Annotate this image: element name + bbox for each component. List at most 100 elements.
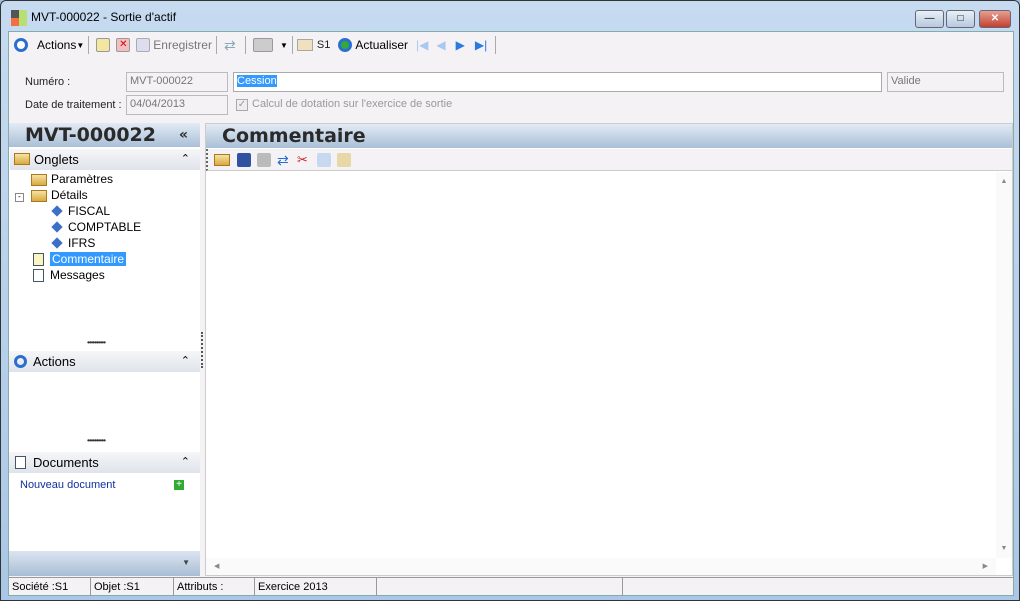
- splitter-handle[interactable]: ••••••••••: [87, 338, 106, 347]
- next-record-icon[interactable]: ▶: [456, 38, 465, 52]
- add-icon[interactable]: +: [174, 480, 184, 490]
- print-icon[interactable]: [257, 152, 271, 167]
- vertical-splitter[interactable]: [201, 332, 203, 368]
- sync-icon[interactable]: ⇄: [224, 38, 238, 52]
- panel-footer: ▼: [9, 551, 200, 576]
- libelle-input[interactable]: Cession: [233, 72, 882, 92]
- maximize-button[interactable]: □: [946, 10, 975, 28]
- chevron-down-icon: ▼: [76, 40, 85, 50]
- actions-menu[interactable]: Actions: [37, 38, 76, 52]
- tree-label: Détails: [51, 188, 88, 202]
- copy-icon[interactable]: [317, 152, 331, 167]
- divider: [88, 36, 90, 54]
- divider: [495, 36, 497, 54]
- documents-label: Documents: [33, 455, 99, 470]
- numero-field[interactable]: MVT-000022: [126, 72, 228, 92]
- record-title-text: MVT-000022: [25, 124, 156, 146]
- window-title: MVT-000022 - Sortie d'actif: [31, 10, 177, 24]
- collapse-panel-button[interactable]: «: [179, 123, 188, 147]
- comment-panel: Commentaire ⇄ ✂ ▲ ▼ ◀ ▶: [205, 123, 1013, 576]
- tree-label: IFRS: [68, 236, 96, 250]
- company-button[interactable]: S1: [317, 39, 330, 51]
- status-exercice: Exercice 2013: [255, 578, 377, 596]
- new-icon[interactable]: [96, 38, 111, 52]
- open-icon[interactable]: [214, 153, 230, 166]
- tree-item-messages[interactable]: Messages: [33, 267, 105, 283]
- save-button[interactable]: Enregistrer: [153, 38, 212, 52]
- window: MVT-000022 - Sortie d'actif — □ ✕ Action…: [0, 0, 1020, 601]
- status-objet: Objet :S1: [91, 578, 174, 596]
- onglets-label: Onglets: [34, 152, 79, 167]
- last-record-icon[interactable]: ▶|: [475, 38, 487, 52]
- cut-icon[interactable]: ✂: [297, 152, 311, 167]
- status-empty: [377, 578, 623, 596]
- tree-label: Messages: [50, 268, 105, 282]
- status-bar: Société :S1 Objet :S1 Attributs : Exerci…: [9, 577, 1013, 596]
- status-empty: [623, 578, 1013, 596]
- print-dropdown-icon[interactable]: ▼: [280, 41, 288, 50]
- tree-item-parametres[interactable]: Paramètres: [31, 171, 113, 187]
- date-label: Date de traitement :: [25, 99, 122, 111]
- tree-item-details[interactable]: - Détails: [15, 187, 88, 203]
- document-icon: [15, 456, 26, 469]
- actions-header[interactable]: Actions ⌃: [9, 351, 200, 372]
- paste-icon[interactable]: [337, 152, 351, 167]
- collapse-section-icon[interactable]: ⌃: [181, 351, 190, 372]
- tree-item-comptable[interactable]: COMPTABLE: [49, 219, 141, 235]
- first-record-icon[interactable]: |◀: [416, 38, 428, 52]
- new-document-link[interactable]: Nouveau document: [20, 479, 115, 491]
- minimize-button[interactable]: —: [915, 10, 944, 28]
- status-attributs: Attributs :: [174, 578, 255, 596]
- status-societe: Société :S1: [9, 578, 91, 596]
- tree-label: Paramètres: [51, 172, 114, 186]
- diamond-icon: [51, 205, 63, 217]
- tree-item-fiscal[interactable]: FISCAL: [49, 203, 110, 219]
- tree-item-commentaire[interactable]: Commentaire: [33, 251, 127, 267]
- dotation-checkbox[interactable]: ✓: [236, 99, 248, 111]
- main-toolbar: Actions ▼ ✕ Enregistrer ⇄ ▼ S1 Actualiser…: [11, 35, 500, 55]
- record-title: MVT-000022 «: [9, 123, 200, 147]
- sync-icon[interactable]: ⇄: [277, 153, 291, 167]
- horizontal-scrollbar[interactable]: ◀ ▶: [206, 558, 996, 575]
- editor-toolbar: ⇄ ✂: [206, 149, 1012, 171]
- vertical-scrollbar[interactable]: ▲ ▼: [996, 172, 1012, 558]
- statut-field: Valide: [887, 72, 1004, 92]
- numero-label: Numéro :: [25, 76, 71, 88]
- save-icon: [136, 38, 151, 52]
- diamond-icon: [51, 221, 63, 233]
- app-icon-part: [19, 10, 27, 26]
- divider: [215, 36, 217, 54]
- folder-icon: [31, 189, 47, 202]
- collapse-node-icon[interactable]: -: [15, 193, 24, 202]
- actions-icon: [14, 355, 27, 368]
- close-button[interactable]: ✕: [979, 10, 1011, 28]
- previous-record-icon[interactable]: ◀: [436, 38, 445, 52]
- save-icon[interactable]: [237, 152, 251, 167]
- refresh-button[interactable]: Actualiser: [355, 38, 408, 52]
- libelle-value: Cession: [237, 75, 277, 87]
- date-field[interactable]: 04/04/2013: [126, 95, 228, 115]
- collapse-section-icon[interactable]: ⌃: [181, 149, 190, 170]
- documents-header[interactable]: Documents ⌃: [9, 452, 200, 473]
- divider: [244, 36, 246, 54]
- diamond-icon: [51, 237, 63, 249]
- document-icon: [33, 269, 44, 283]
- chevron-down-icon[interactable]: ▼: [182, 558, 190, 567]
- client-area: Actions ▼ ✕ Enregistrer ⇄ ▼ S1 Actualiser…: [8, 31, 1014, 596]
- folder-icon: [31, 173, 47, 186]
- comment-textarea[interactable]: [206, 172, 996, 558]
- tree-label: COMPTABLE: [68, 220, 142, 234]
- tree-item-ifrs[interactable]: IFRS: [49, 235, 95, 251]
- actions-icon: [14, 38, 28, 52]
- collapse-section-icon[interactable]: ⌃: [181, 452, 190, 473]
- splitter-handle[interactable]: ••••••••••: [87, 436, 106, 445]
- print-icon[interactable]: [252, 38, 273, 52]
- refresh-icon: [338, 38, 353, 52]
- onglets-header[interactable]: Onglets ⌃: [10, 149, 200, 170]
- actions-label: Actions: [33, 354, 76, 369]
- folder-icon: [296, 39, 313, 51]
- delete-icon[interactable]: ✕: [116, 38, 131, 52]
- folder-icon: [14, 153, 30, 165]
- dotation-checkbox-label: Calcul de dotation sur l'exercice de sor…: [252, 98, 453, 110]
- tree-label: Commentaire: [50, 252, 127, 266]
